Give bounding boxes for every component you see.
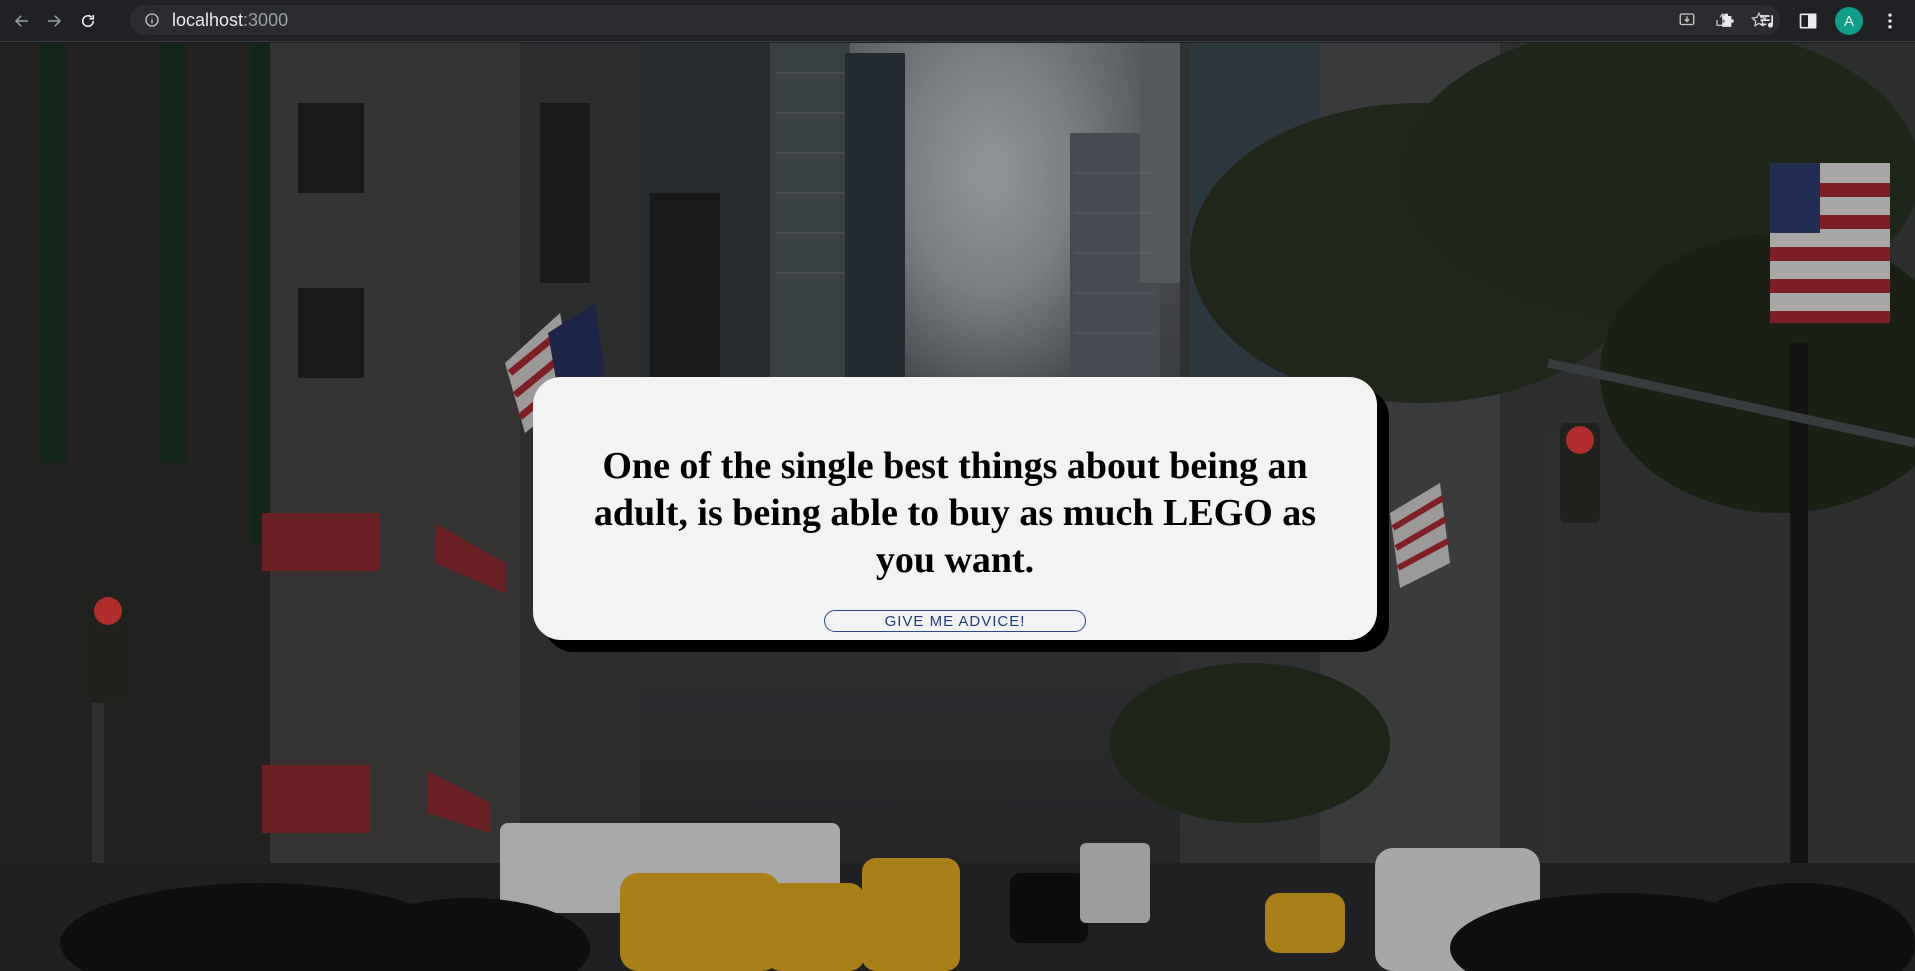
url-host: localhost: [172, 9, 244, 30]
profile-avatar[interactable]: A: [1835, 7, 1863, 35]
browser-toolbar: localhost:3000 A: [0, 0, 1915, 42]
advice-card: One of the single best things about bein…: [533, 377, 1377, 640]
url-text: localhost:3000: [172, 10, 288, 31]
give-advice-button[interactable]: GIVE ME ADVICE!: [824, 610, 1086, 632]
back-arrow-icon[interactable]: [8, 7, 36, 35]
more-menu-icon[interactable]: [1877, 8, 1903, 34]
site-info-icon[interactable]: [144, 12, 160, 28]
side-panel-icon[interactable]: [1795, 8, 1821, 34]
page-background: One of the single best things about bein…: [0, 43, 1915, 971]
media-queue-icon[interactable]: [1755, 8, 1781, 34]
reload-icon[interactable]: [74, 7, 102, 35]
address-bar[interactable]: localhost:3000: [130, 5, 1780, 35]
extensions-puzzle-icon[interactable]: [1715, 8, 1741, 34]
advice-quote: One of the single best things about bein…: [593, 445, 1317, 581]
forward-arrow-icon[interactable]: [40, 7, 68, 35]
install-app-icon[interactable]: [1676, 9, 1698, 31]
url-port: :3000: [243, 9, 289, 30]
